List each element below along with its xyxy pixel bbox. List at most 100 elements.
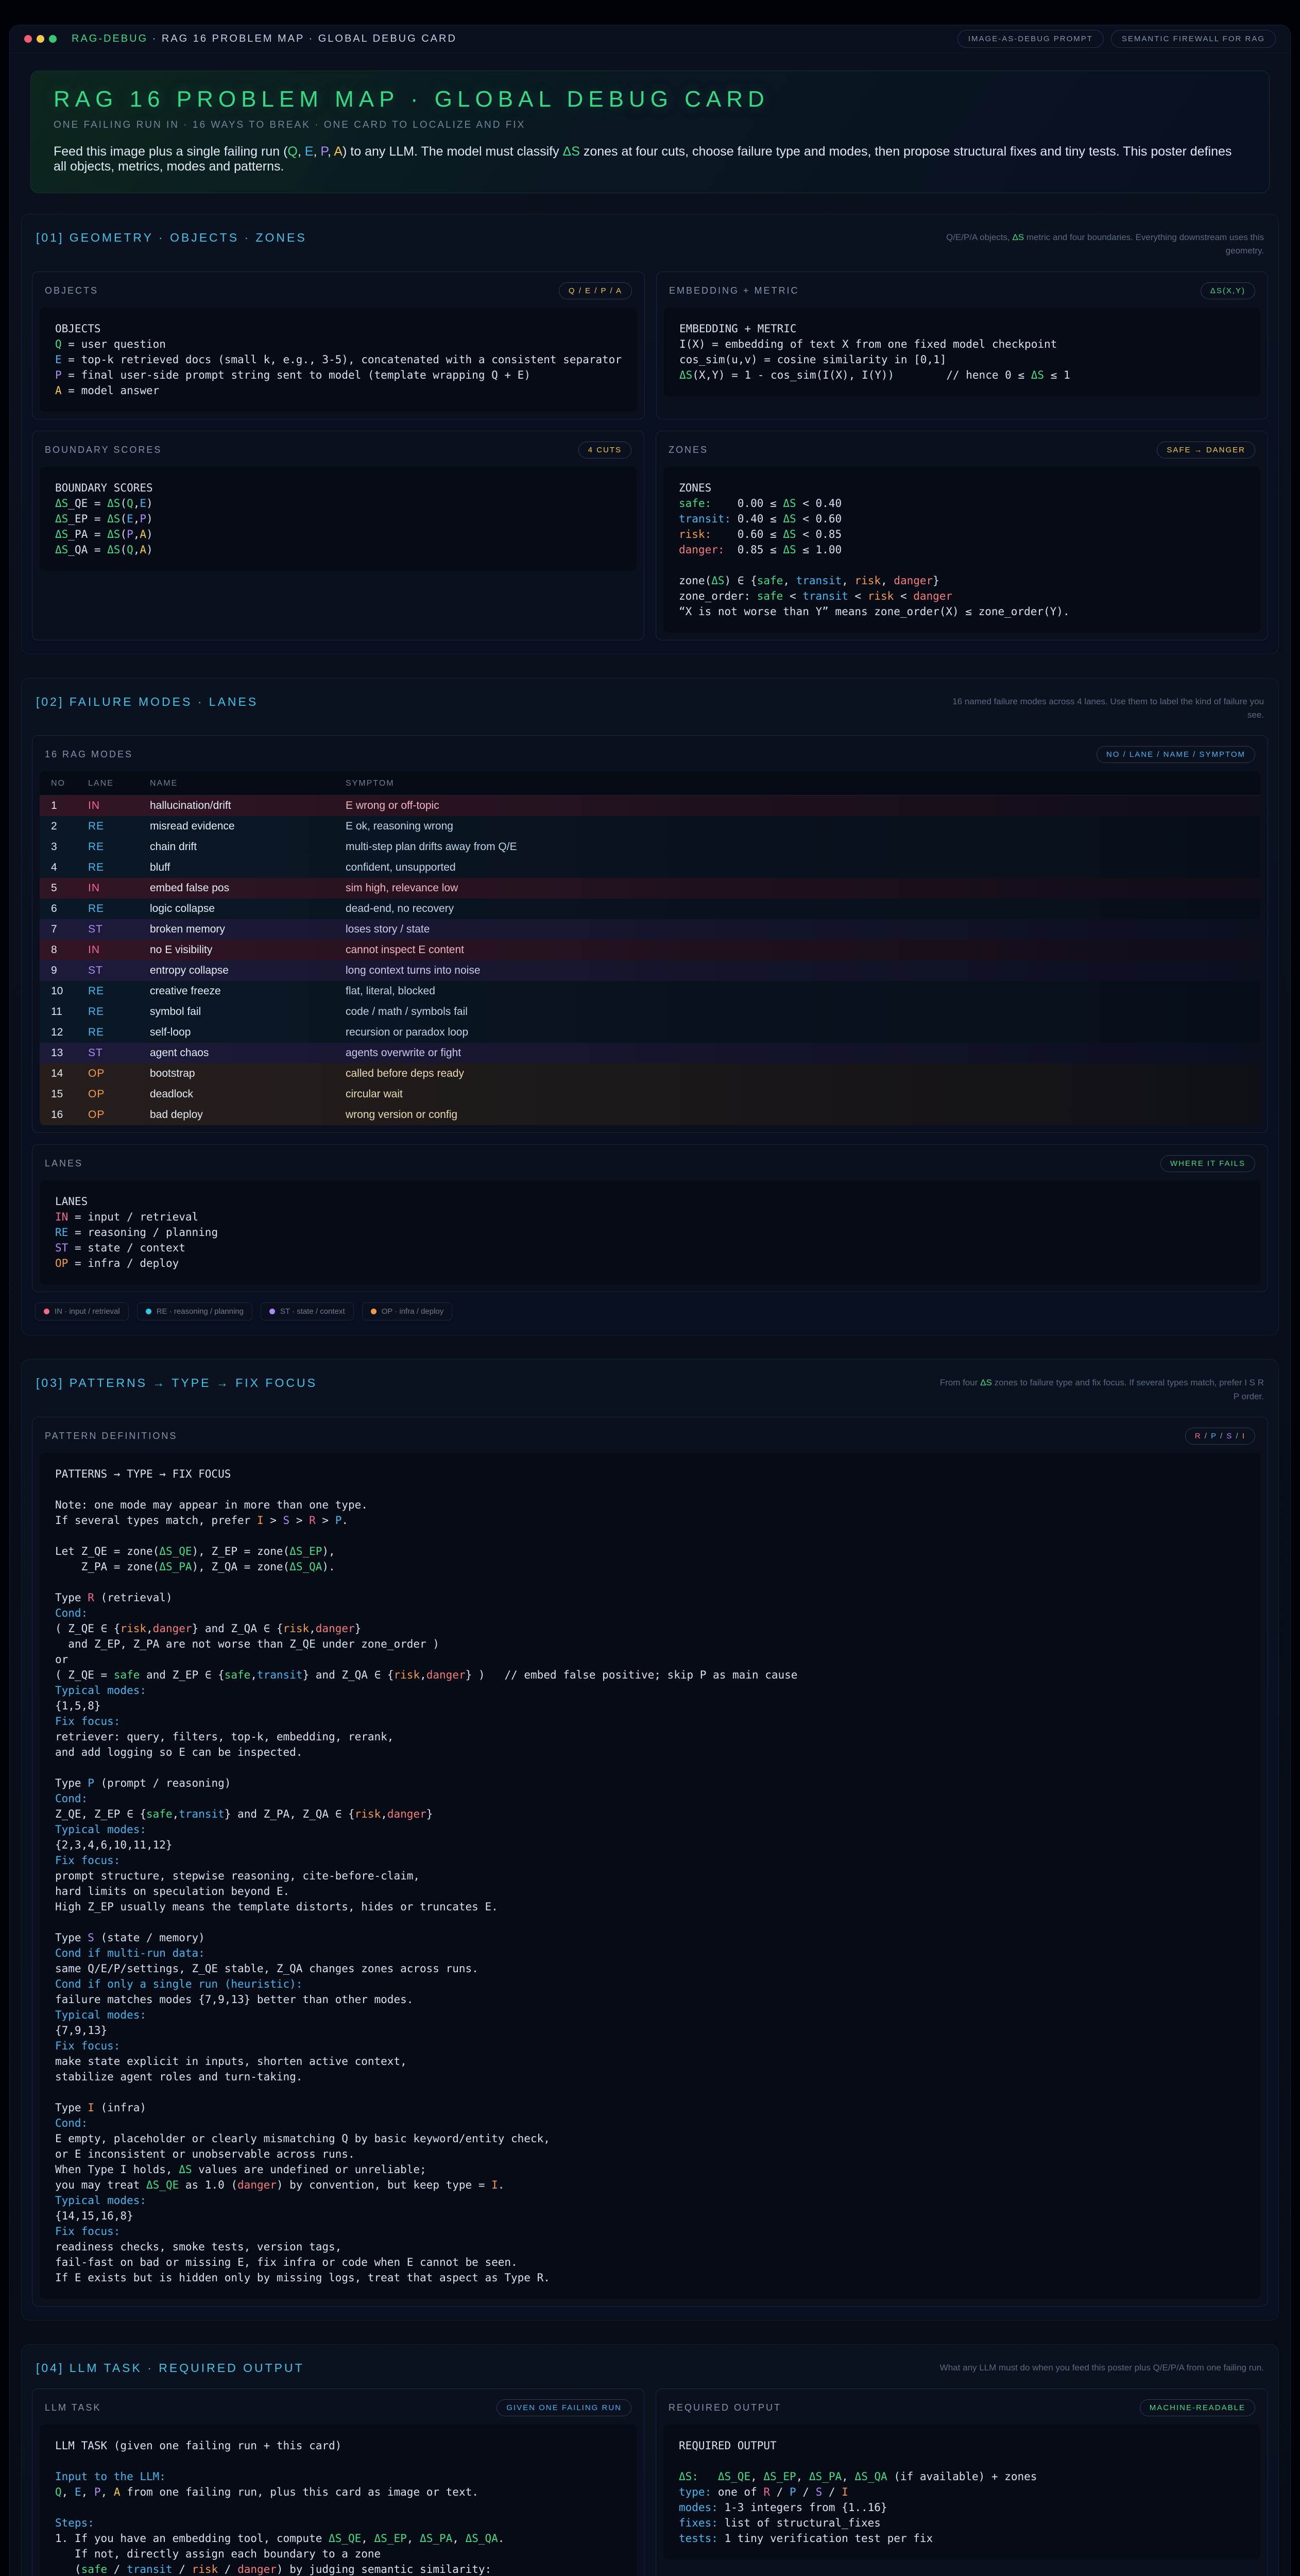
cell-name: logic collapse xyxy=(139,899,334,919)
section-geometry: [01] GEOMETRY · OBJECTS · ZONES Q/E/P/A … xyxy=(21,214,1279,654)
code-line: OBJECTS xyxy=(55,321,622,336)
section-patterns: [03] PATTERNS → TYPE → FIX FOCUS From fo… xyxy=(21,1359,1279,2320)
cell-no: 6 xyxy=(40,899,77,919)
embedding-panel-header: EMBEDDING + METRIC ΔS(X,Y) xyxy=(664,278,1260,308)
code-line xyxy=(55,1482,1245,1497)
boundary-panel-header: BOUNDARY SCORES 4 CUTS xyxy=(40,437,637,467)
zones-panel: ZONES SAFE → DANGER ZONESsafe: 0.00 ≤ ΔS… xyxy=(656,431,1268,640)
cell-lane: RE xyxy=(77,857,139,878)
code-line: EMBEDDING + METRIC xyxy=(679,321,1245,336)
page-subtitle: ONE FAILING RUN IN · 16 WAYS TO BREAK · … xyxy=(54,120,1246,131)
mode-row-5: 5INembed false possim high, relevance lo… xyxy=(40,878,1260,899)
mode-row-8: 8INno E visibilitycannot inspect E conte… xyxy=(40,940,1260,960)
page: RAG-DEBUG · RAG 16 PROBLEM MAP · GLOBAL … xyxy=(0,0,1300,2576)
section-llm-task-header: [04] LLM TASK · REQUIRED OUTPUT What any… xyxy=(32,2358,1268,2388)
hero-card: RAG 16 PROBLEM MAP · GLOBAL DEBUG CARD O… xyxy=(30,71,1270,193)
mode-row-4: 4REbluffconfident, unsupported xyxy=(40,857,1260,878)
pattern-panel-header: PATTERN DEFINITIONS R / P / S / I xyxy=(40,1423,1260,1453)
code-line: Typical modes: xyxy=(55,2007,1245,2023)
code-line: If E exists but is hidden only by missin… xyxy=(55,2270,1245,2285)
llm-task-panel-header: LLM TASK GIVEN ONE FAILING RUN xyxy=(40,2395,637,2425)
minimize-window-icon[interactable] xyxy=(37,35,44,43)
section-geometry-header: [01] GEOMETRY · OBJECTS · ZONES Q/E/P/A … xyxy=(32,228,1268,272)
section-title: [02] FAILURE MODES · LANES xyxy=(36,695,258,709)
code-line xyxy=(679,557,1245,573)
topbar-pill-1[interactable]: IMAGE-AS-DEBUG PROMPT xyxy=(957,30,1104,48)
section-title: [01] GEOMETRY · OBJECTS · ZONES xyxy=(36,231,307,245)
code-line: Cond: xyxy=(55,1605,1245,1621)
mode-row-14: 14OPbootstrapcalled before deps ready xyxy=(40,1063,1260,1084)
mode-row-9: 9STentropy collapselong context turns in… xyxy=(40,960,1260,981)
cell-name: misread evidence xyxy=(139,816,334,837)
lane-legend-chip-re: RE · reasoning / planning xyxy=(137,1302,252,1320)
cell-name: agent chaos xyxy=(139,1043,334,1063)
code-line: Typical modes: xyxy=(55,1822,1245,1837)
code-line: “X is not worse than Y” means zone_order… xyxy=(679,604,1245,619)
llm-task-code-block: LLM TASK (given one failing run + this c… xyxy=(40,2425,637,2576)
embedding-code-block: EMBEDDING + METRICI(X) = embedding of te… xyxy=(664,308,1260,396)
zones-code-block: ZONESsafe: 0.00 ≤ ΔS < 0.40transit: 0.40… xyxy=(663,467,1260,633)
cell-lane: RE xyxy=(77,837,139,857)
code-line: same Q/E/P/settings, Z_QE stable, Z_QA c… xyxy=(55,1961,1245,1976)
cell-lane: ST xyxy=(77,919,139,940)
code-line: ΔS(X,Y) = 1 - cos_sim(I(X), I(Y)) // hen… xyxy=(679,367,1245,383)
panel-label: 16 RAG MODES xyxy=(45,749,133,760)
column-header-lane: LANE xyxy=(77,771,139,795)
lane-dot-icon xyxy=(146,1309,151,1314)
mode-row-16: 16OPbad deploywrong version or config xyxy=(40,1105,1260,1125)
panel-label: REQUIRED OUTPUT xyxy=(669,2402,781,2413)
code-line: LLM TASK (given one failing run + this c… xyxy=(55,2438,621,2453)
cell-no: 3 xyxy=(40,837,77,857)
boundary-badge: 4 CUTS xyxy=(578,442,631,459)
code-line: and add logging so E can be inspected. xyxy=(55,1744,1245,1760)
lanes-panel: LANES WHERE IT FAILS LANESIN = input / r… xyxy=(32,1144,1268,1292)
code-line: Cond if only a single run (heuristic): xyxy=(55,1976,1245,1992)
code-line: {2,3,4,6,10,11,12} xyxy=(55,1837,1245,1853)
cell-lane: RE xyxy=(77,1002,139,1022)
cell-no: 4 xyxy=(40,857,77,878)
required-output-panel-header: REQUIRED OUTPUT MACHINE-READABLE xyxy=(663,2395,1260,2425)
code-line: transit: 0.40 ≤ ΔS < 0.60 xyxy=(679,511,1245,527)
cell-symptom: circular wait xyxy=(334,1084,1260,1105)
code-line: If several types match, prefer I > S > R… xyxy=(55,1513,1245,1528)
objects-code-block: OBJECTSQ = user questionE = top-k retrie… xyxy=(40,308,637,412)
zones-panel-header: ZONES SAFE → DANGER xyxy=(663,437,1260,467)
window-title-text: · RAG 16 PROBLEM MAP · GLOBAL DEBUG CARD xyxy=(148,33,457,44)
mode-row-7: 7STbroken memoryloses story / state xyxy=(40,919,1260,940)
code-line: {14,15,16,8} xyxy=(55,2208,1245,2224)
code-line: E = top-k retrieved docs (small k, e.g.,… xyxy=(55,352,622,367)
code-line: or E inconsistent or unobservable across… xyxy=(55,2146,1245,2162)
cell-name: self-loop xyxy=(139,1022,334,1043)
lanes-code-block: LANESIN = input / retrievalRE = reasonin… xyxy=(40,1180,1260,1284)
code-line: When Type I holds, ΔS values are undefin… xyxy=(55,2162,1245,2177)
code-line: PATTERNS → TYPE → FIX FOCUS xyxy=(55,1466,1245,1482)
code-line: retriever: query, filters, top-k, embedd… xyxy=(55,1729,1245,1744)
cell-no: 9 xyxy=(40,960,77,981)
maximize-window-icon[interactable] xyxy=(49,35,57,43)
column-header-name: NAME xyxy=(139,771,334,795)
panel-label: LANES xyxy=(45,1158,83,1169)
cell-lane: OP xyxy=(77,1105,139,1125)
window-controls xyxy=(24,35,61,43)
code-line: I(X) = embedding of text X from one fixe… xyxy=(679,336,1245,352)
zones-badge: SAFE → DANGER xyxy=(1157,442,1255,459)
code-line: ΔS_QE = ΔS(Q,E) xyxy=(55,496,621,511)
code-line: E empty, placeholder or clearly mismatch… xyxy=(55,2131,1245,2146)
cell-symptom: multi-step plan drifts away from Q/E xyxy=(334,837,1260,857)
code-line: Type I (infra) xyxy=(55,2100,1245,2115)
topbar-pill-2[interactable]: SEMANTIC FIREWALL FOR RAG xyxy=(1111,30,1276,48)
code-line: Type R (retrieval) xyxy=(55,1590,1245,1605)
close-window-icon[interactable] xyxy=(24,35,32,43)
code-line xyxy=(55,1760,1245,1775)
cell-name: deadlock xyxy=(139,1084,334,1105)
code-line: (safe / transit / risk / danger) by judg… xyxy=(55,2562,621,2576)
code-line xyxy=(679,2453,1245,2469)
section-note: 16 named failure modes across 4 lanes. U… xyxy=(934,695,1264,722)
modes-table-header-row: NOLANENAMESYMPTOM xyxy=(40,771,1260,795)
pattern-code-block: PATTERNS → TYPE → FIX FOCUS Note: one mo… xyxy=(40,1453,1260,2299)
cell-lane: RE xyxy=(77,981,139,1002)
required-output-badge: MACHINE-READABLE xyxy=(1140,2399,1255,2416)
cell-lane: IN xyxy=(77,878,139,899)
code-line: Fix focus: xyxy=(55,1714,1245,1729)
modes-table-container: NOLANENAMESYMPTOM 1INhallucination/drift… xyxy=(40,771,1260,1125)
